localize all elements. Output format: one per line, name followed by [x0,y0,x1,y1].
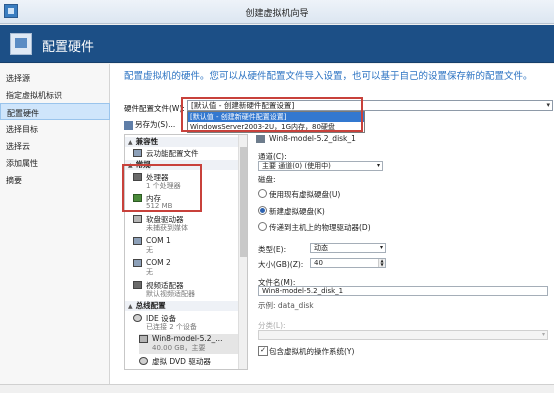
cloud-icon [133,149,142,157]
size-value: 40 [314,259,323,267]
dropdown-option-default[interactable]: [默认值 - 创建新硬件配置设置] [188,112,364,122]
hardware-profile-select[interactable]: [默认值 - 创建新硬件配置设置] ▾ [187,100,553,111]
tree-item-label: 云功能配置文件 [146,149,199,158]
nav-item-select-destination[interactable]: 选择目标 [0,120,110,137]
tree-section-general[interactable]: ▲ 常规 [125,160,240,170]
tree-item-sub: 无 [146,268,153,276]
radio-existing-disk[interactable]: 使用现有虚拟硬盘(U) [258,189,340,200]
size-input[interactable]: 40 ▲ ▼ [310,258,386,268]
main-content: 配置虚拟机的硬件。您可以从硬件配置文件导入设置，也可以基于自己的设置保存新的配置… [110,64,554,384]
nav-item-configure-hardware[interactable]: 配置硬件 [0,103,110,120]
type-select[interactable]: 动态 ▾ [310,243,386,253]
port-icon [133,259,142,267]
processor-icon [133,173,142,181]
disk-icon [256,135,265,143]
tree-item-video[interactable]: 视频适配器 默认视频适配器 [133,280,241,299]
tree-item-cloud-profile[interactable]: 云功能配置文件 [133,148,241,159]
tree-item-label: COM 2 [146,258,171,267]
tree-item-label: COM 1 [146,236,171,245]
page-header: 配置硬件 [0,25,554,63]
dropdown-option-ws2003[interactable]: WindowsServer2003-2U，1G内存，80硬盘 [188,122,364,132]
dvd-icon [139,357,148,365]
window-title: 创建虚拟机向导 [245,9,309,19]
page-description: 配置虚拟机的硬件。您可以从硬件配置文件导入设置，也可以基于自己的设置保存新的配置… [124,71,533,82]
include-os-checkbox[interactable]: 包含虚拟机的操作系统(Y) [258,346,354,357]
spin-buttons[interactable]: ▲ ▼ [378,259,385,267]
tree-item-floppy[interactable]: 软盘驱动器 未捕获到媒体 [133,214,241,233]
memory-icon [133,194,142,202]
tree-item-com1[interactable]: COM 1 无 [133,236,241,255]
chevron-down-icon[interactable]: ▾ [542,331,545,339]
disk-label: 磁盘: [258,175,276,184]
port-icon [133,237,142,245]
size-label: 大小(GB)(Z): [258,260,304,269]
bottom-bar [0,384,554,393]
example-hint: 示例: data_disk [258,301,314,310]
hardware-icon [10,33,32,55]
disk-icon [139,335,148,343]
classification-select[interactable]: ▾ [258,330,548,340]
hardware-tree: ▲ 兼容性 云功能配置文件 ▲ 常规 处理器 1 个处理器 内存 512 MB 软盘… [124,134,248,370]
tree-scroll-thumb[interactable] [240,147,247,257]
tree-item-sub: 1 个处理器 [146,182,181,190]
tree-item-ide[interactable]: IDE 设备 已连接 2 个设备 [133,313,241,332]
nav-item-add-properties[interactable]: 添加属性 [0,154,110,171]
video-adapter-icon [133,281,142,289]
disk-panel-title: Win8-model-5.2_disk_1 [269,134,356,143]
tree-scrollbar[interactable] [238,135,247,369]
floppy-icon [133,215,142,223]
type-label: 类型(E): [258,245,287,254]
tree-item-label: Win8-model-5.2_... [152,334,223,343]
chevron-down-icon[interactable]: ▾ [380,244,383,252]
tree-section-bus[interactable]: ▲ 总线配置 [125,301,240,311]
chevron-down-icon[interactable]: ▾ [546,101,550,110]
tree-item-processor[interactable]: 处理器 1 个处理器 [133,172,241,191]
filename-input[interactable]: Win8-model-5.2_disk_1 [258,286,548,296]
tree-item-label: 虚拟 DVD 驱动器 [152,357,211,366]
nav-item-summary[interactable]: 摘要 [0,171,110,188]
save-icon [124,120,133,130]
tree-item-memory[interactable]: 内存 512 MB [133,193,241,212]
chevron-down-icon[interactable]: ▾ [377,162,380,170]
save-as-button[interactable]: 另存为(S)... [124,119,175,130]
radio-new-disk[interactable]: 新建虚拟硬盘(K) [258,206,325,217]
tree-section-compat[interactable]: ▲ 兼容性 [125,137,240,147]
disk-panel-header: Win8-model-5.2_disk_1 [255,134,551,145]
channel-value: 主要 通道(0) (使用中) [262,162,331,170]
radio-passthrough-disk[interactable]: 传递到主机上的物理驱动器(D) [258,222,371,233]
tree-item-sub: 40.00 GB，主要 [152,344,206,352]
tree-item-sub: 512 MB [146,202,173,210]
ide-icon [133,314,142,322]
window-titlebar: 创建虚拟机向导 [0,0,554,24]
save-as-label: 另存为(S)... [135,120,176,129]
tree-item-sub: 无 [146,246,153,254]
tree-item-sub: 已连接 2 个设备 [146,323,197,331]
hardware-profile-label: 硬件配置文件(W): [124,104,185,113]
channel-select[interactable]: 主要 通道(0) (使用中) ▾ [258,161,383,171]
tree-item-com2[interactable]: COM 2 无 [133,258,241,277]
type-value: 动态 [314,244,328,252]
tree-item-sub: 默认视频适配器 [146,290,195,298]
tree-item-dvd[interactable]: 虚拟 DVD 驱动器 [139,356,247,368]
filename-value: Win8-model-5.2_disk_1 [262,287,344,295]
hardware-profile-value: [默认值 - 创建新硬件配置设置] [191,101,295,110]
tree-item-disk[interactable]: Win8-model-5.2_... 40.00 GB，主要 [139,334,241,354]
nav-item-select-source[interactable]: 选择源 [0,69,110,86]
wizard-nav: 选择源 指定虚拟机标识 配置硬件 选择目标 选择云 添加属性 摘要 [0,64,110,384]
hardware-profile-dropdown: [默认值 - 创建新硬件配置设置] WindowsServer2003-2U，1… [187,111,365,133]
tree-item-sub: 未捕获到媒体 [146,224,188,232]
nav-item-identity[interactable]: 指定虚拟机标识 [0,86,110,103]
nav-item-select-cloud[interactable]: 选择云 [0,137,110,154]
disk-properties-panel: Win8-model-5.2_disk_1 通道(C): 主要 通道(0) (使… [255,134,551,370]
page-title: 配置硬件 [42,40,95,55]
